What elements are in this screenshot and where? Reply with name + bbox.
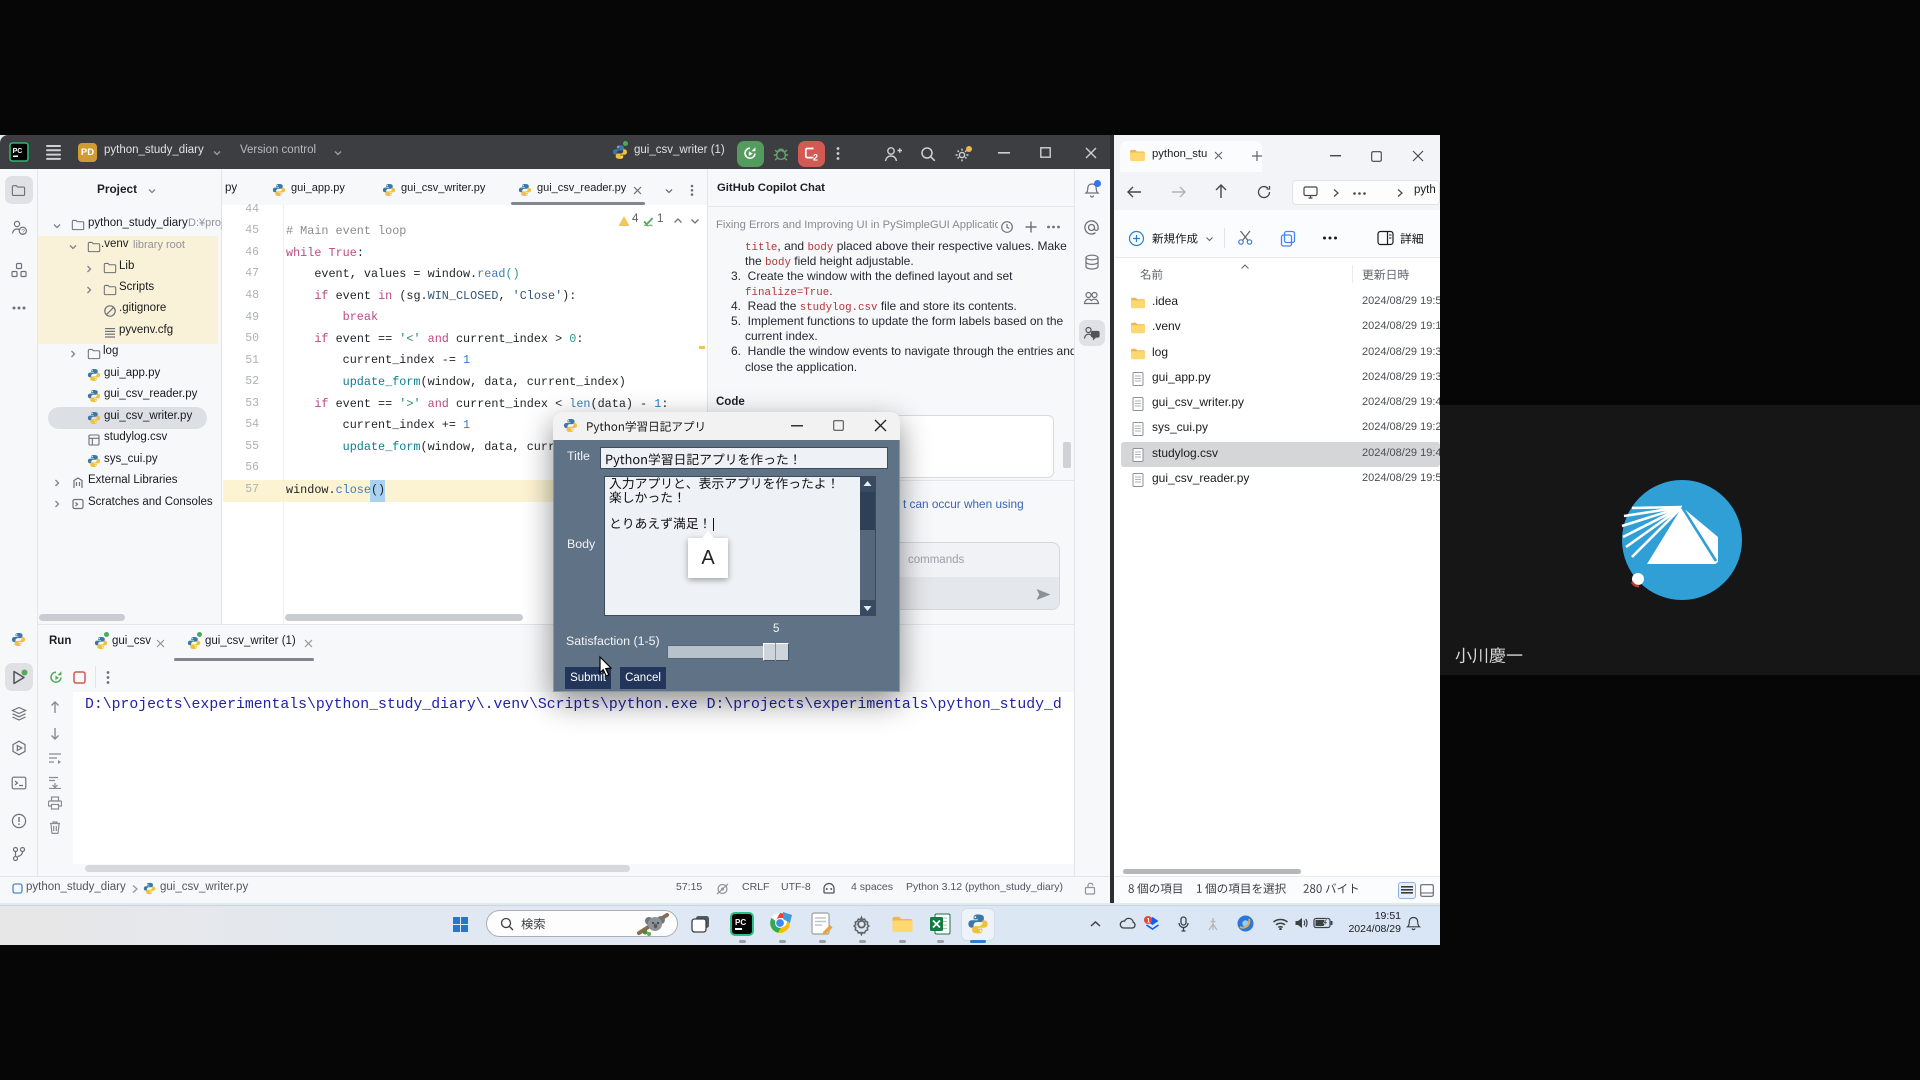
- svg-text:1: 1: [1147, 917, 1151, 924]
- svg-text:PC: PC: [13, 148, 23, 155]
- svg-text:PC: PC: [735, 918, 746, 927]
- svg-text:2: 2: [813, 153, 818, 163]
- svg-text:?: ?: [21, 228, 25, 235]
